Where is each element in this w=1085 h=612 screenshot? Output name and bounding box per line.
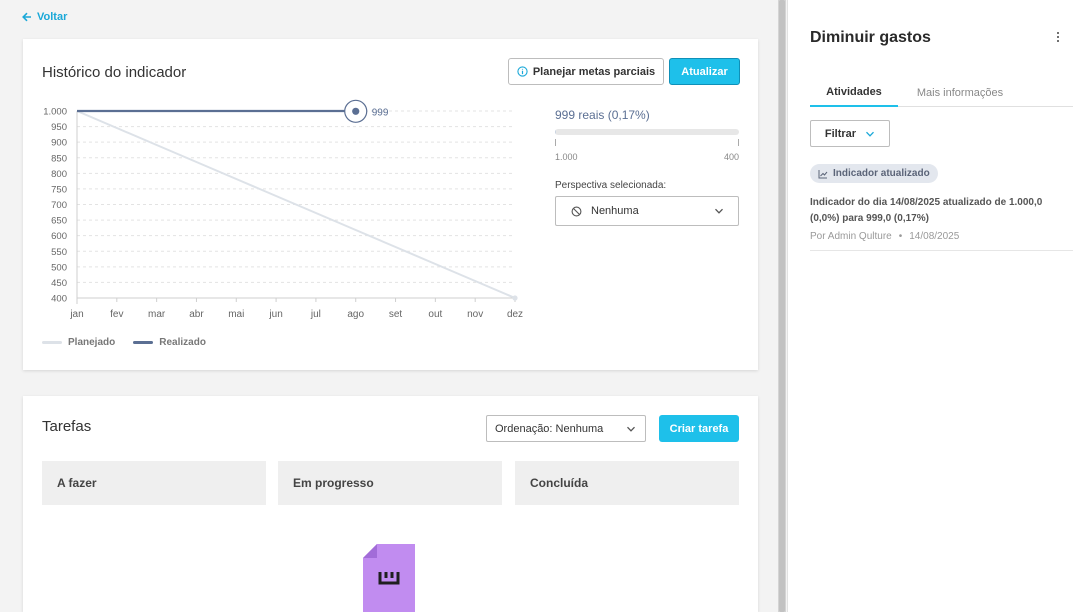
document-icon bbox=[363, 544, 415, 612]
chevron-down-icon bbox=[715, 208, 723, 214]
x-tick-label: out bbox=[428, 309, 442, 320]
x-tick-label: jul bbox=[310, 309, 321, 320]
x-tick-label: jun bbox=[268, 309, 282, 320]
legend-swatch-planned bbox=[42, 341, 62, 344]
ban-icon bbox=[571, 206, 582, 216]
y-tick-label: 600 bbox=[51, 231, 67, 242]
y-tick-label: 700 bbox=[51, 200, 67, 211]
tasks-card: Tarefas Ordenação: Nenhuma Criar tarefa … bbox=[23, 396, 758, 612]
y-tick-label: 550 bbox=[51, 247, 67, 258]
legend-item-realized: Realizado bbox=[133, 337, 206, 348]
create-task-button[interactable]: Criar tarefa bbox=[659, 415, 739, 442]
y-tick-label: 400 bbox=[51, 294, 67, 305]
activity-badge: Indicador atualizado bbox=[810, 164, 938, 183]
chart-legend: Planejado Realizado bbox=[42, 337, 206, 348]
arrow-left-icon bbox=[22, 12, 31, 22]
x-tick-label: jan bbox=[69, 309, 83, 320]
tasks-title: Tarefas bbox=[42, 418, 92, 435]
y-tick-label: 750 bbox=[51, 184, 67, 195]
update-button[interactable]: Atualizar bbox=[669, 58, 740, 85]
panel-tabs: Atividades Mais informações bbox=[810, 79, 1073, 107]
legend-swatch-realized bbox=[133, 341, 154, 344]
indicator-history-chart: 1.000 950 900 850 800 750 700 650 600 550 500 450 40… bbox=[43, 99, 523, 320]
kanban-column-done: Concluída bbox=[515, 461, 739, 505]
y-tick-label: 650 bbox=[51, 216, 67, 227]
indicator-value-summary: 999 reais (0,17%) bbox=[555, 108, 650, 122]
perspective-label: Perspectiva selecionada: bbox=[555, 180, 667, 191]
x-tick-label: fev bbox=[110, 309, 123, 320]
kanban-column-in-progress: Em progresso bbox=[278, 461, 502, 505]
filter-button[interactable]: Filtrar bbox=[810, 120, 890, 147]
scrollbar[interactable] bbox=[778, 0, 786, 612]
y-tick-label: 500 bbox=[51, 262, 67, 273]
x-tick-label: mar bbox=[148, 309, 166, 320]
back-label: Voltar bbox=[37, 11, 68, 23]
y-tick-label: 900 bbox=[51, 138, 67, 149]
activity-author: Por Admin Qulture bbox=[810, 231, 892, 242]
activity-text: Indicador do dia 14/08/2025 atualizado d… bbox=[810, 197, 1043, 224]
activity-divider bbox=[810, 250, 1073, 251]
filter-label: Filtrar bbox=[824, 127, 857, 140]
main-content: Voltar Histórico do indicador Planejar m… bbox=[0, 0, 778, 612]
y-tick-label: 450 bbox=[51, 278, 67, 289]
progress-end-tick bbox=[738, 139, 739, 146]
progress-end-label: 400 bbox=[724, 152, 740, 162]
realized-point bbox=[352, 107, 360, 115]
chevron-down-icon bbox=[627, 426, 635, 432]
activity-date: 14/08/2025 bbox=[909, 231, 960, 242]
tab-more-info[interactable]: Mais informações bbox=[898, 79, 1022, 107]
planned-end-point bbox=[512, 295, 518, 301]
y-tick-label: 1.000 bbox=[43, 107, 67, 118]
chevron-down-icon bbox=[866, 131, 875, 137]
sort-select-label: Ordenação: Nenhuma bbox=[495, 422, 604, 435]
activity-meta: Por Admin Qulture • 14/08/2025 bbox=[810, 231, 959, 242]
activity-meta-separator: • bbox=[898, 231, 903, 242]
sort-select[interactable]: Ordenação: Nenhuma bbox=[486, 415, 646, 442]
x-tick-label: abr bbox=[189, 309, 204, 320]
trend-icon bbox=[818, 169, 828, 178]
x-tick-label: ago bbox=[347, 309, 364, 320]
legend-item-planned: Planejado bbox=[42, 337, 115, 348]
kanban-column-todo: A fazer bbox=[42, 461, 266, 505]
plan-partial-goals-label: Planejar metas parciais bbox=[532, 65, 656, 78]
progress-start-tick bbox=[555, 139, 556, 146]
kebab-icon[interactable] bbox=[1053, 32, 1063, 46]
scrollbar-thumb[interactable] bbox=[779, 0, 785, 612]
x-tick-label: nov bbox=[467, 309, 483, 320]
x-tick-label: mai bbox=[228, 309, 244, 320]
y-tick-label: 800 bbox=[51, 169, 67, 180]
history-card: Histórico do indicador Planejar metas pa… bbox=[23, 39, 758, 370]
legend-label-planned: Planejado bbox=[68, 337, 116, 348]
perspective-value: Nenhuma bbox=[591, 205, 639, 217]
progress-start-label: 1.000 bbox=[555, 152, 578, 162]
y-tick-label: 950 bbox=[51, 122, 67, 133]
y-tick-label: 850 bbox=[51, 153, 67, 164]
tab-activities[interactable]: Atividades bbox=[810, 79, 898, 107]
legend-label-realized: Realizado bbox=[159, 337, 206, 348]
panel-title: Diminuir gastos bbox=[810, 29, 931, 46]
back-link[interactable]: Voltar bbox=[22, 11, 67, 23]
x-tick-label: dez bbox=[507, 309, 523, 320]
realized-value-label: 999 bbox=[372, 107, 389, 118]
x-tick-label: set bbox=[389, 309, 403, 320]
perspective-select[interactable]: Nenhuma bbox=[555, 196, 739, 226]
activity-badge-label: Indicador atualizado bbox=[833, 168, 930, 179]
progress-track bbox=[555, 129, 739, 135]
side-panel: Diminuir gastos Atividades Mais informaç… bbox=[787, 0, 1085, 612]
